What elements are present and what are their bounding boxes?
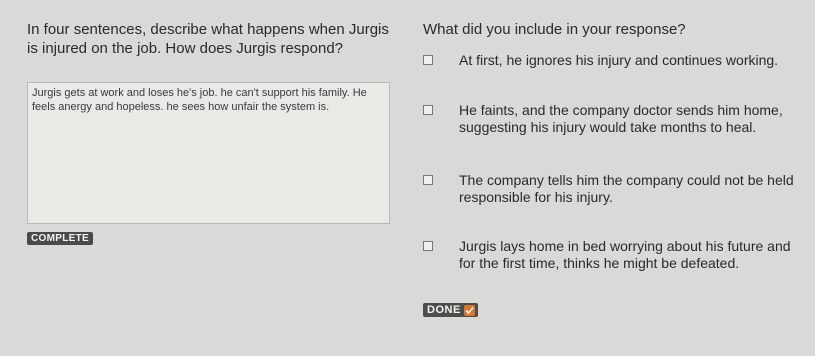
done-button[interactable]: DONE xyxy=(423,303,478,317)
checkbox[interactable] xyxy=(423,241,433,251)
status-badge: COMPLETE xyxy=(27,232,93,245)
option-text: He faints, and the company doctor sends … xyxy=(459,102,783,135)
checkbox[interactable] xyxy=(423,175,433,185)
checkbox[interactable] xyxy=(423,55,433,65)
option-text: The company tells him the company could … xyxy=(459,172,794,205)
checkbox[interactable] xyxy=(423,105,433,115)
option-text: Jurgis lays home in bed worrying about h… xyxy=(459,238,791,271)
checklist-section: What did you include in your response? A… xyxy=(423,20,803,271)
prompt-text: In four sentences, describe what happens… xyxy=(27,21,389,57)
checkmark-icon xyxy=(463,304,475,316)
prompt-section: In four sentences, describe what happens… xyxy=(27,20,397,58)
response-textarea[interactable]: Jurgis gets at work and loses he's job. … xyxy=(27,82,390,224)
checklist-question: What did you include in your response? xyxy=(423,21,686,38)
done-label: DONE xyxy=(427,304,461,316)
option-text: At first, he ignores his injury and cont… xyxy=(459,52,779,68)
